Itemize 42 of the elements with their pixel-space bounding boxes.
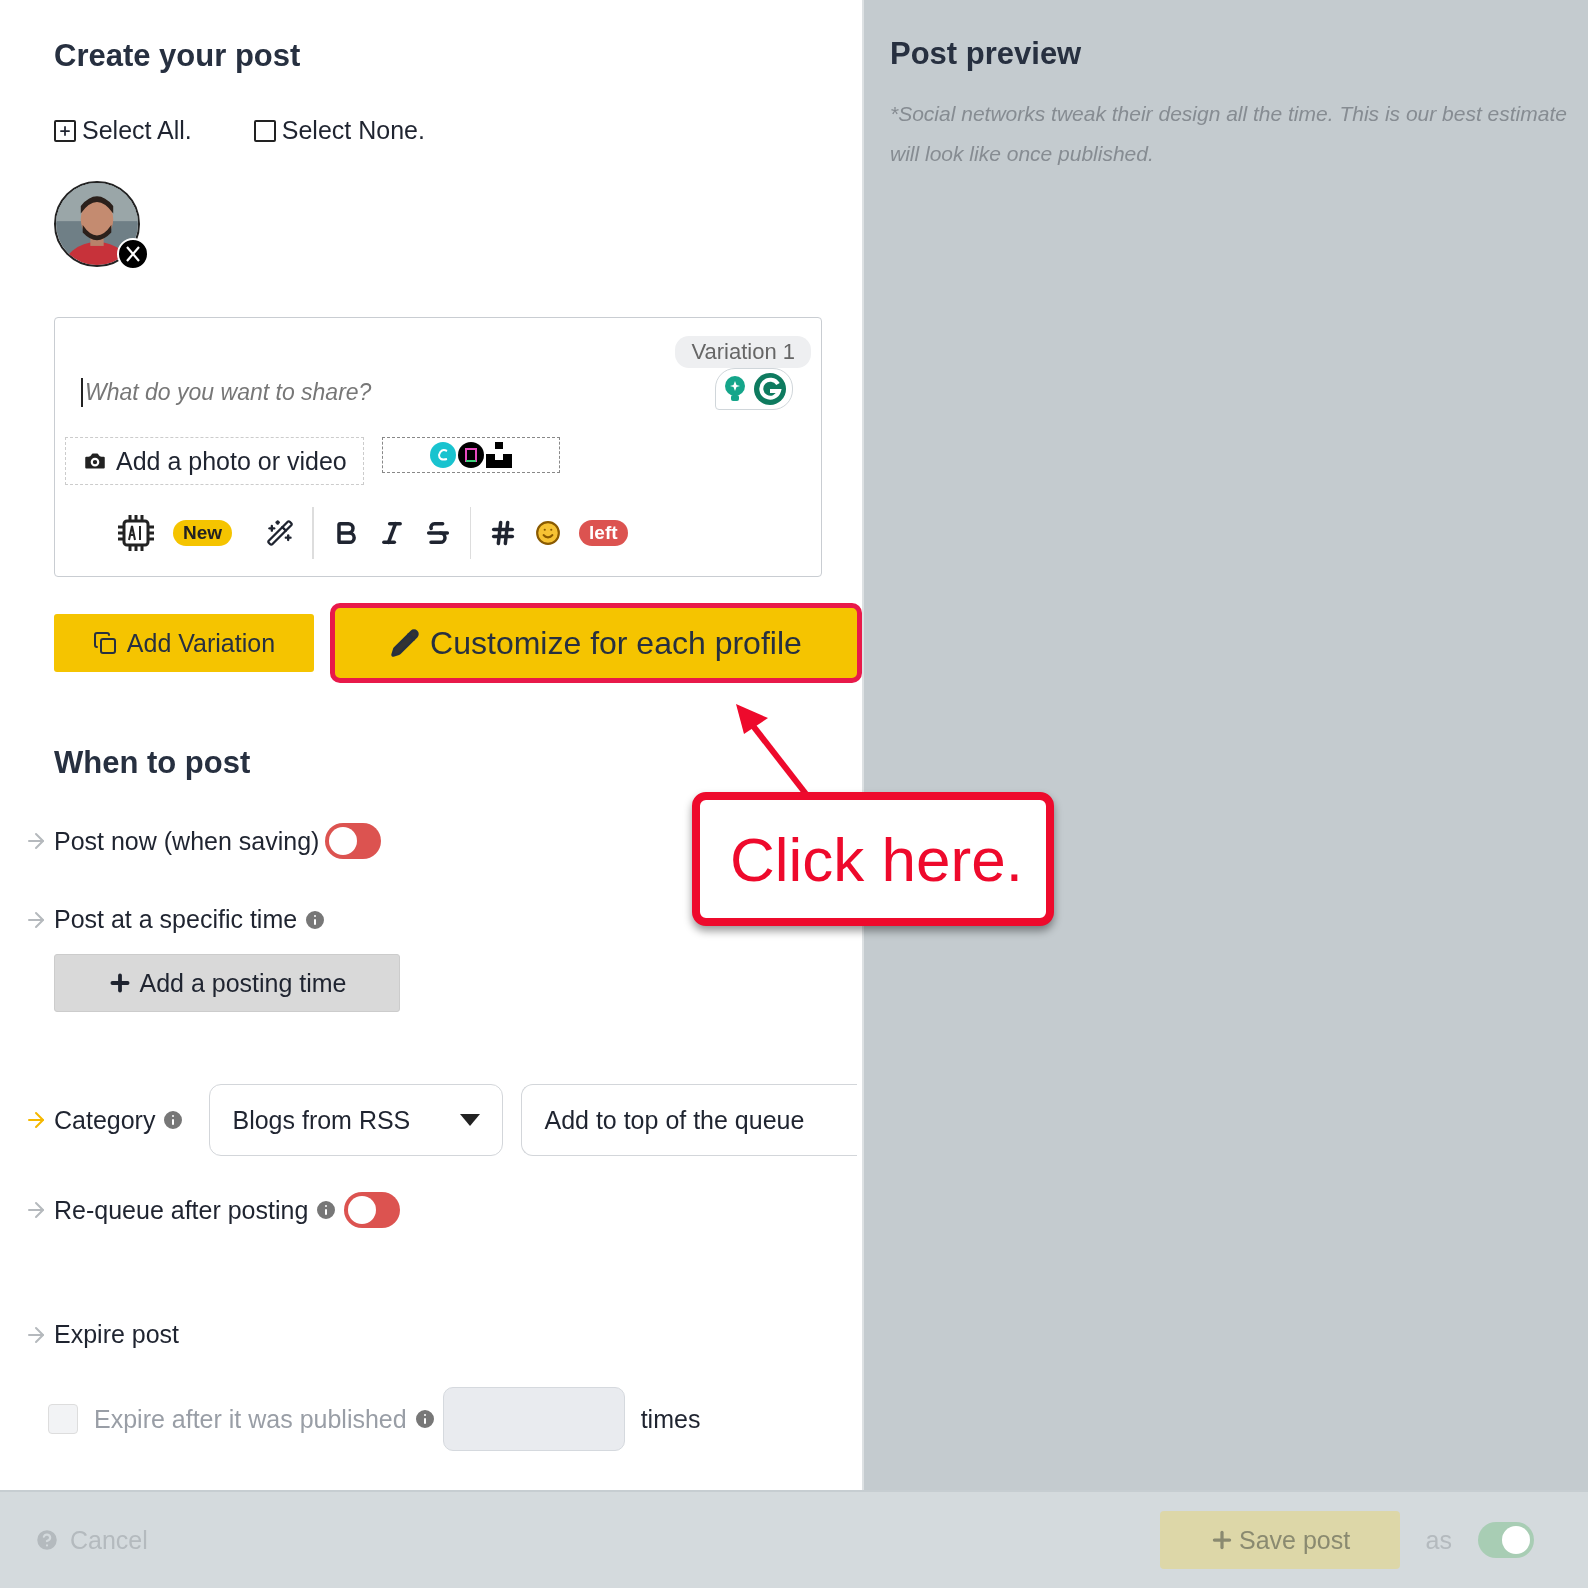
footer-toggle[interactable] (1478, 1522, 1534, 1558)
select-link[interactable]: Select All. (54, 116, 192, 145)
select-label: Select All. (82, 116, 192, 145)
select-link[interactable]: Select None. (253, 116, 425, 145)
callout-text: Click here. (730, 823, 1023, 895)
post-now-label: Post now (when saving) (54, 826, 320, 856)
add-time-button[interactable]: Add a posting time (54, 954, 400, 1012)
preview-title: Post preview (890, 36, 1083, 72)
magic-wand-icon[interactable] (266, 519, 295, 547)
add-media-button[interactable]: Add a photo or video (65, 437, 364, 485)
customize-button[interactable]: Customize for each profile (329, 603, 862, 683)
times-input-field[interactable] (442, 1387, 625, 1451)
variation-tag: Variation 1 (675, 336, 811, 368)
queue-select[interactable]: Add to top of the queue (521, 1084, 858, 1156)
remaining-badge: left (579, 520, 628, 546)
new-badge: New (173, 520, 233, 546)
dropdown-caret-icon (460, 1114, 481, 1126)
times-label: times (640, 1404, 701, 1434)
select-label: Select None. (281, 116, 425, 145)
post-now-toggle[interactable] (325, 823, 382, 859)
g-circle-icon[interactable] (753, 372, 787, 406)
plus-square-icon (54, 119, 76, 142)
x-badge-icon (116, 237, 150, 271)
page-title: Create your post (54, 38, 302, 74)
requeue-toggle[interactable] (344, 1192, 401, 1228)
category-select[interactable]: Blogs from RSS (209, 1084, 504, 1156)
ai-chip-icon[interactable] (117, 514, 155, 552)
section-title: When to post (54, 745, 252, 781)
help-icon (34, 1527, 60, 1553)
category-label: Category (54, 1105, 156, 1135)
square-icon (253, 119, 276, 142)
specific-time-label: Post at a specific time (54, 905, 298, 934)
copy-icon (92, 631, 117, 655)
requeue-label: Re-queue after posting (54, 1195, 309, 1225)
add-variation-button[interactable]: Add Variation (54, 614, 314, 672)
expire-label: Expire after it was published (94, 1404, 407, 1434)
blocks-icon[interactable] (485, 442, 512, 468)
document-circle-icon[interactable] (457, 442, 484, 468)
pencil-icon (390, 628, 421, 658)
expire-title: Expire post (54, 1320, 180, 1349)
smiley-icon[interactable] (535, 520, 562, 546)
preview-note: *Social networks tweak their design all the time. This is our best estimate will look like once published. (890, 101, 1568, 167)
